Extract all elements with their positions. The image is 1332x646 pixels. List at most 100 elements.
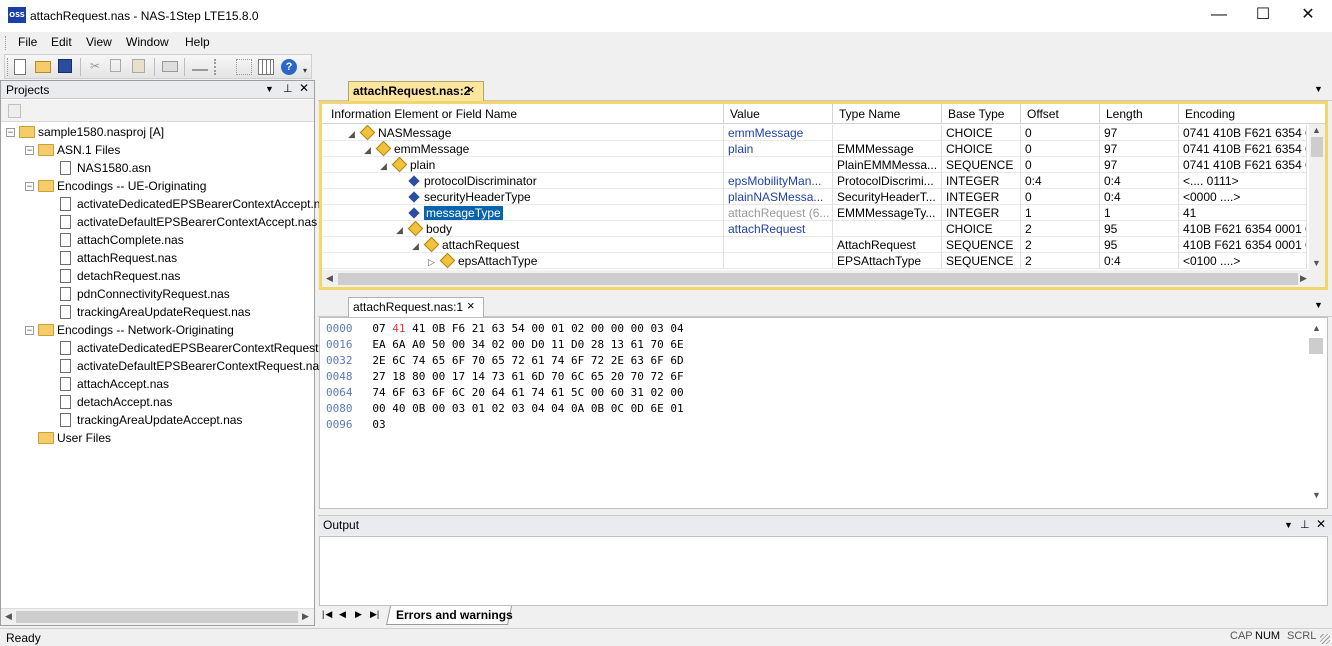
- grid-row[interactable]: securityHeaderType plainNASMessa... Securi…: [322, 189, 1307, 205]
- cell-value[interactable]: epsMobilityMan...: [724, 173, 833, 189]
- project-properties-icon[interactable]: [8, 104, 21, 118]
- paste-icon[interactable]: [132, 59, 145, 73]
- tree-file-item[interactable]: NAS1580.asn: [44, 159, 151, 177]
- tree-file-item[interactable]: activateDefaultEPSBearerContextRequest.n…: [44, 357, 325, 375]
- grid-vscroll-thumb[interactable]: [1311, 137, 1323, 157]
- tree-file-item[interactable]: detachRequest.nas: [44, 267, 180, 285]
- copy-icon[interactable]: [110, 59, 121, 72]
- tree-file-item[interactable]: activateDedicatedEPSBearerContextRequest…: [44, 339, 322, 357]
- grid-row[interactable]: ◢ attachRequest AttachRequest SEQUENCE 2 95 41…: [322, 237, 1307, 253]
- resize-grip-icon[interactable]: [1320, 634, 1330, 644]
- cell-name[interactable]: ◢ attachRequest: [322, 237, 724, 253]
- menu-file[interactable]: File: [18, 35, 37, 49]
- close-button[interactable]: ✕: [1285, 0, 1331, 32]
- col-header-encoding[interactable]: Encoding: [1179, 104, 1325, 124]
- cell-name[interactable]: messageType: [322, 205, 724, 221]
- tree-file-item[interactable]: activateDefaultEPSBearerContextAccept.na…: [44, 213, 317, 231]
- cell-value[interactable]: attachRequest: [724, 221, 833, 237]
- scroll-down-icon[interactable]: ▼: [1312, 490, 1321, 500]
- hex-line[interactable]: 0064 74 6F 63 6F 6C 20 64 61 74 61 5C 00…: [326, 385, 684, 401]
- tab-close-icon[interactable]: ×: [467, 82, 475, 97]
- tab-first-icon[interactable]: |◀: [322, 609, 333, 620]
- cell-name[interactable]: protocolDiscriminator: [322, 173, 724, 189]
- cell-name[interactable]: ◢ NASMessage: [322, 125, 724, 141]
- cell-value[interactable]: plainNASMessa...: [724, 189, 833, 205]
- cut-icon[interactable]: ✂: [90, 59, 106, 75]
- output-area[interactable]: [319, 536, 1328, 606]
- hex-line[interactable]: 0016 EA 6A A0 50 00 34 02 00 D0 11 D0 28…: [326, 337, 684, 353]
- collapse-icon[interactable]: −: [25, 326, 34, 335]
- decode-icon[interactable]: [214, 59, 230, 75]
- table-icon[interactable]: [258, 59, 274, 75]
- hex-tab-close-icon[interactable]: ×: [467, 298, 475, 313]
- grid-row[interactable]: ◢ emmMessage plain EMMMessage CHOICE 0 97 0741 …: [322, 141, 1307, 157]
- tree-file-item[interactable]: attachComplete.nas: [44, 231, 184, 249]
- grid-row[interactable]: ▷ epsAttachType EPSAttachType SEQUENCE 2 0:4 <…: [322, 253, 1307, 269]
- col-header-name[interactable]: Information Element or Field Name: [325, 104, 724, 124]
- grid-row[interactable]: ◢ body attachRequest CHOICE 2 95 410B F621 635…: [322, 221, 1307, 237]
- tab-list-icon[interactable]: ▼: [1314, 84, 1323, 94]
- output-close-icon[interactable]: ✕: [1316, 517, 1326, 531]
- output-pin-icon[interactable]: ⊥: [1300, 518, 1310, 531]
- help-icon[interactable]: ?: [281, 59, 297, 75]
- output-menu-icon[interactable]: ▼: [1284, 520, 1293, 530]
- scroll-up-icon[interactable]: ▲: [1312, 125, 1321, 135]
- encode-icon[interactable]: [192, 59, 208, 71]
- cell-value[interactable]: emmMessage: [724, 125, 833, 141]
- minimize-button[interactable]: —: [1196, 0, 1242, 32]
- tree-folder-item[interactable]: − sample1580.nasproj [A]: [6, 123, 164, 141]
- cell-value[interactable]: plain: [724, 141, 833, 157]
- grid-row[interactable]: ◢ NASMessage emmMessage CHOICE 0 97 0741 410B …: [322, 125, 1307, 141]
- scroll-left-icon[interactable]: ◀: [326, 273, 333, 284]
- cell-name[interactable]: securityHeaderType: [322, 189, 724, 205]
- tree-folder-item[interactable]: − ASN.1 Files: [25, 141, 120, 159]
- save-icon[interactable]: [58, 59, 72, 73]
- col-header-basetype[interactable]: Base Type: [942, 104, 1021, 124]
- col-header-offset[interactable]: Offset: [1021, 104, 1100, 124]
- hex-line[interactable]: 0048 27 18 80 00 17 14 73 61 6D 70 6C 65…: [326, 369, 684, 385]
- cell-name[interactable]: ▷ epsAttachType: [322, 253, 724, 269]
- cell-name[interactable]: ◢ plain: [322, 157, 724, 173]
- col-header-value[interactable]: Value: [724, 104, 833, 124]
- cell-name[interactable]: ◢ emmMessage: [322, 141, 724, 157]
- tree-file-item[interactable]: pdnConnectivityRequest.nas: [44, 285, 230, 303]
- hex-vscroll-thumb[interactable]: [1309, 338, 1323, 354]
- collapse-icon[interactable]: −: [6, 128, 15, 137]
- hex-line[interactable]: 0096 03: [326, 417, 386, 433]
- tree-file-item[interactable]: activateDedicatedEPSBearerContextAccept.…: [44, 195, 320, 213]
- tab-next-icon[interactable]: ▶: [355, 609, 362, 620]
- col-header-type[interactable]: Type Name: [833, 104, 942, 124]
- cell-name[interactable]: ◢ body: [322, 221, 724, 237]
- cell-value[interactable]: [724, 253, 833, 269]
- grid-hscroll-thumb[interactable]: [338, 273, 1298, 285]
- scroll-right-icon[interactable]: ▶: [302, 611, 309, 622]
- grid-row[interactable]: ◢ plain PlainEMMMessa... SEQUENCE 0 97 0741 41…: [322, 157, 1307, 173]
- toolbar-overflow-icon[interactable]: ▾: [303, 66, 307, 75]
- scroll-down-icon[interactable]: ▼: [1312, 258, 1321, 268]
- hex-line[interactable]: 0000 07 41 41 0B F6 21 63 54 00 01 02 00…: [326, 321, 684, 337]
- menu-edit[interactable]: Edit: [51, 35, 72, 49]
- hex-line[interactable]: 0032 2E 6C 74 65 6F 70 65 72 61 74 6F 72…: [326, 353, 684, 369]
- scroll-up-icon[interactable]: ▲: [1312, 323, 1321, 333]
- col-header-length[interactable]: Length: [1100, 104, 1179, 124]
- projects-hscroll-thumb[interactable]: [16, 611, 298, 623]
- cell-value[interactable]: attachRequest (6...: [724, 205, 833, 221]
- hex-tab-list-icon[interactable]: ▼: [1314, 300, 1323, 310]
- menu-view[interactable]: View: [86, 35, 112, 49]
- cell-value[interactable]: [724, 157, 833, 173]
- panel-menu-icon[interactable]: ▼: [265, 84, 274, 94]
- tree-folder-item[interactable]: − Encodings -- Network-Originating: [25, 321, 234, 339]
- tree-folder-item[interactable]: User Files: [25, 429, 111, 447]
- grid-row[interactable]: protocolDiscriminator epsMobilityMan... Pr…: [322, 173, 1307, 189]
- tree-folder-item[interactable]: − Encodings -- UE-Originating: [25, 177, 206, 195]
- open-icon[interactable]: [35, 61, 51, 73]
- scroll-right-icon[interactable]: ▶: [1300, 273, 1307, 284]
- scroll-left-icon[interactable]: ◀: [5, 611, 12, 622]
- hex-line[interactable]: 0080 00 40 0B 00 03 01 02 03 04 04 0A 0B…: [326, 401, 684, 417]
- tree-file-item[interactable]: detachAccept.nas: [44, 393, 172, 411]
- menu-help[interactable]: Help: [185, 35, 210, 49]
- tree-file-item[interactable]: trackingAreaUpdateAccept.nas: [44, 411, 242, 429]
- cell-value[interactable]: [724, 237, 833, 253]
- grid-row[interactable]: messageType attachRequest (6... EMMMessage…: [322, 205, 1307, 221]
- pin-icon[interactable]: ⊥: [283, 82, 293, 95]
